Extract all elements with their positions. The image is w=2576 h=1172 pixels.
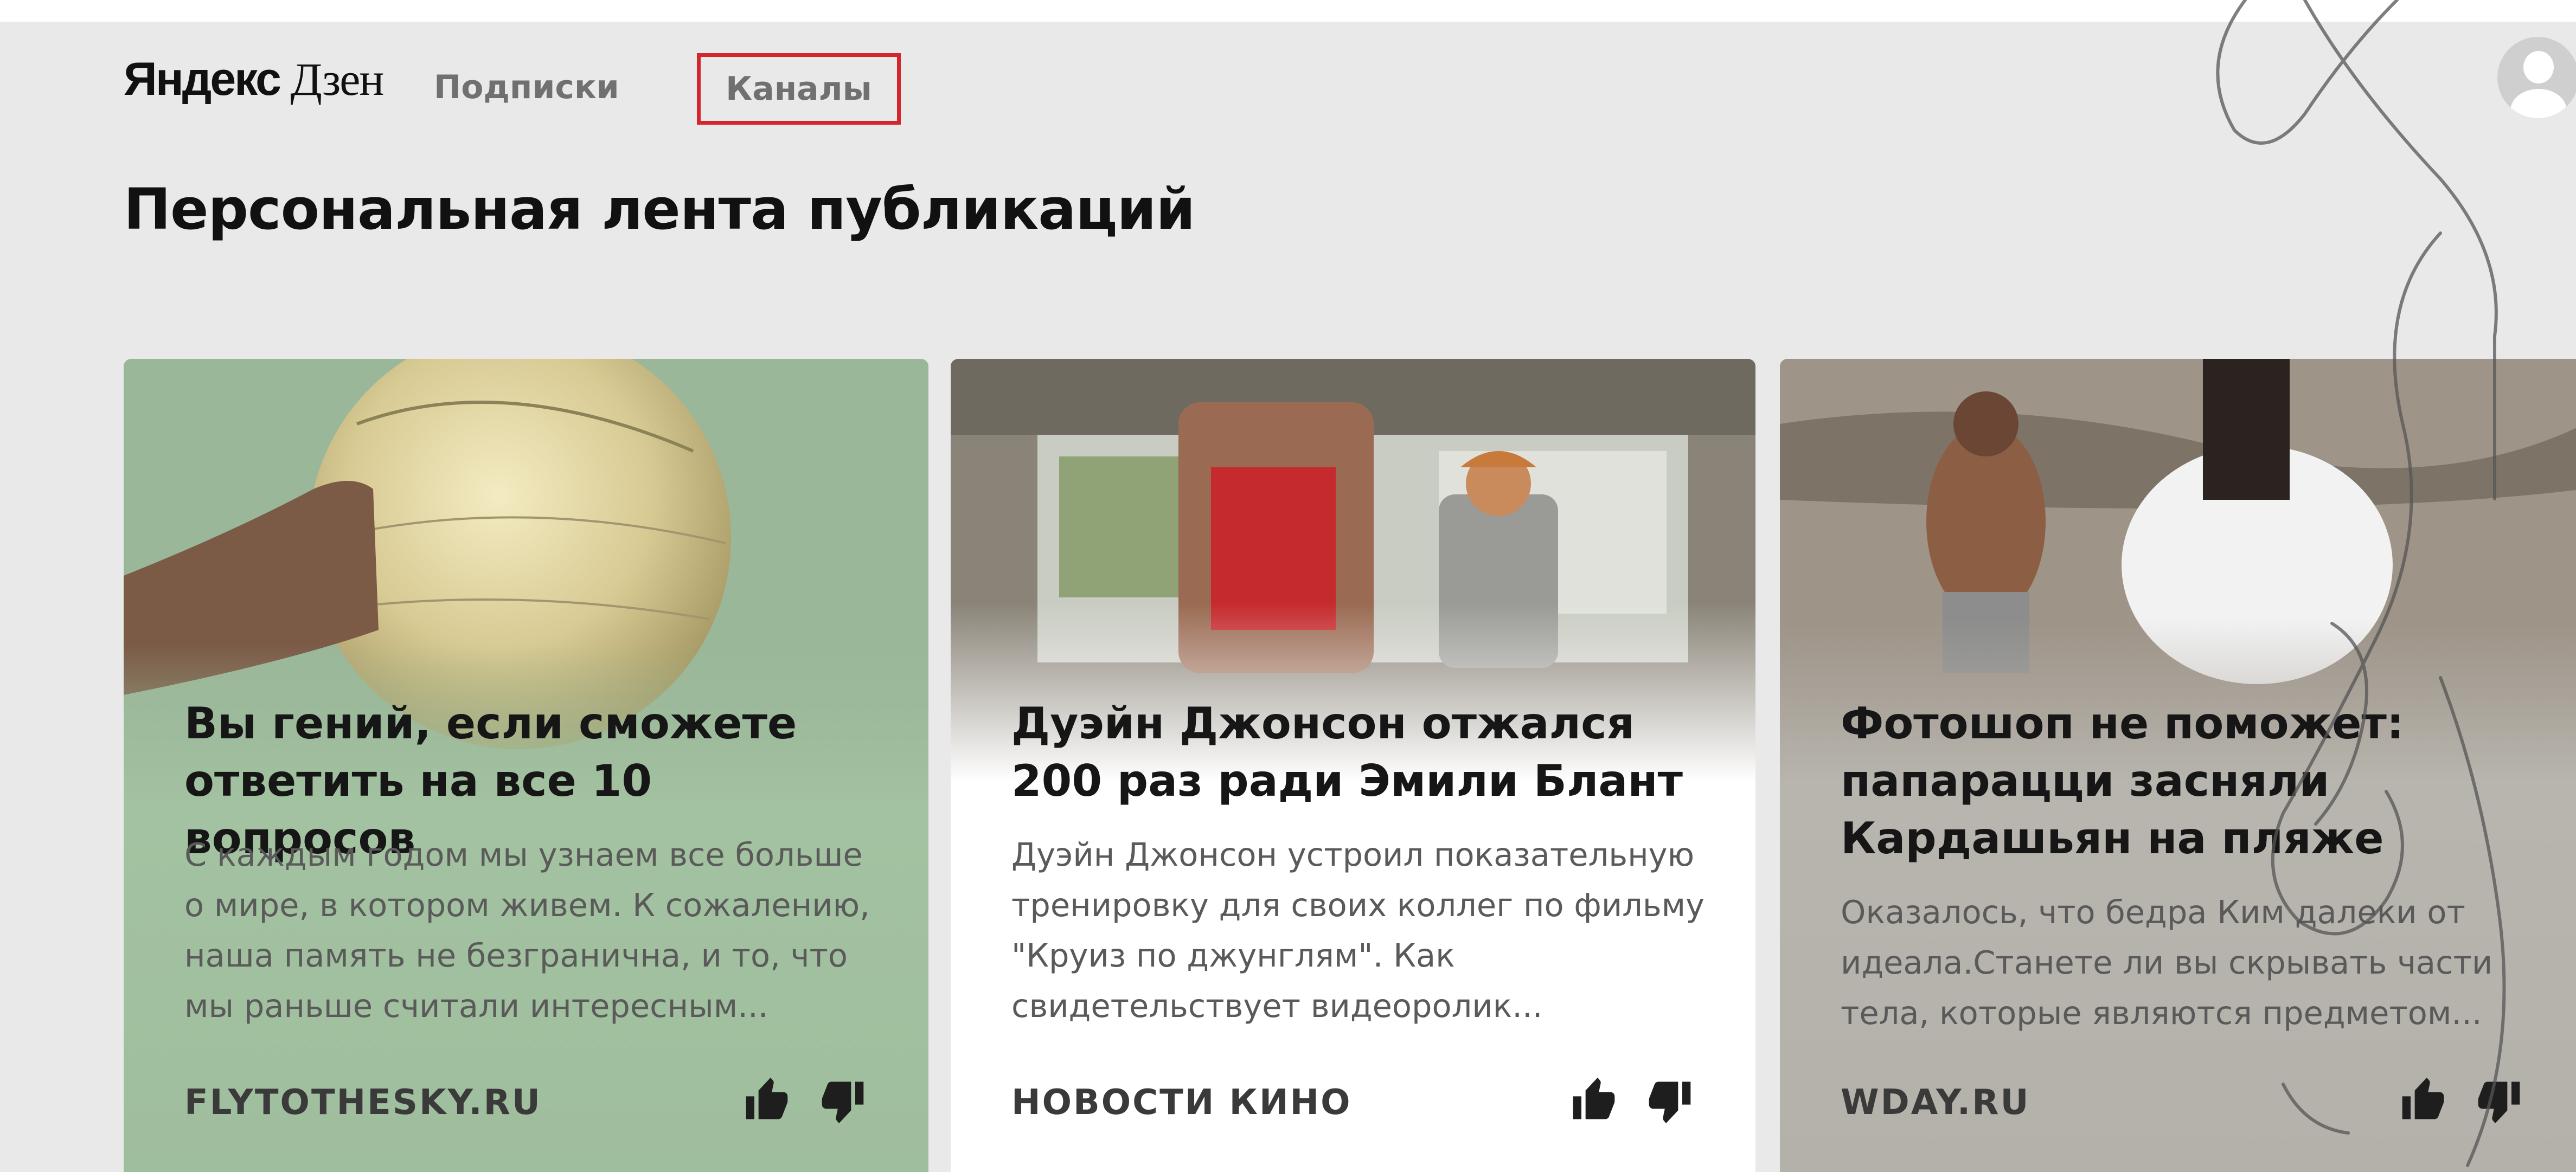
card-2-text: Дуэйн Джонсон устроил показательную трен… <box>1011 836 1705 1025</box>
card-3-source[interactable]: WDAY.RU <box>1841 1083 2030 1123</box>
thumbs-down-icon[interactable] <box>2474 1076 2524 1125</box>
nav-channels-label: Каналы <box>726 70 872 108</box>
user-avatar-icon[interactable] <box>2497 37 2576 118</box>
thumbs-up-icon[interactable] <box>742 1076 792 1125</box>
card-3-title[interactable]: Фотошоп не поможет: папарацци засняли Ка… <box>1841 695 2540 867</box>
card-1-source[interactable]: FLYTOTHESKY.RU <box>184 1083 542 1123</box>
feed-card-3[interactable]: Фотошоп не поможет: папарацци засняли Ка… <box>1780 359 2576 1172</box>
feed-card-1[interactable]: Вы гений, если сможете ответить на все 1… <box>124 359 928 1172</box>
avatar-head <box>2523 51 2554 83</box>
thumbs-up-icon[interactable] <box>1569 1076 1619 1125</box>
thumbs-down-icon[interactable] <box>1645 1076 1695 1125</box>
avatar-body <box>2510 89 2567 118</box>
feed-card-2[interactable]: Дуэйн Джонсон отжался 200 раз ради Эмили… <box>951 359 1755 1172</box>
nav-subscriptions[interactable]: Подписки <box>434 68 619 106</box>
page-title: Персональная лента публикаций <box>124 176 1195 242</box>
thumbs-up-icon[interactable] <box>2398 1076 2448 1125</box>
logo-dzen: Дзен <box>290 53 384 105</box>
card-3-text: Оказалось, что бедра Ким далеки от идеал… <box>1841 893 2493 1032</box>
logo-yandex: Яндекс <box>124 53 281 105</box>
card-2-title[interactable]: Дуэйн Джонсон отжался 200 раз ради Эмили… <box>1011 695 1711 810</box>
yandex-dzen-logo[interactable]: Яндекс Дзен <box>124 52 384 106</box>
card-1-text: С каждым годом мы узнаем все больше о ми… <box>184 836 870 1025</box>
top-strip <box>0 0 2576 22</box>
header <box>0 22 2576 152</box>
thumbs-down-icon[interactable] <box>818 1076 868 1125</box>
nav-channels[interactable]: Каналы <box>697 53 901 125</box>
card-2-source[interactable]: НОВОСТИ КИНО <box>1011 1083 1351 1123</box>
